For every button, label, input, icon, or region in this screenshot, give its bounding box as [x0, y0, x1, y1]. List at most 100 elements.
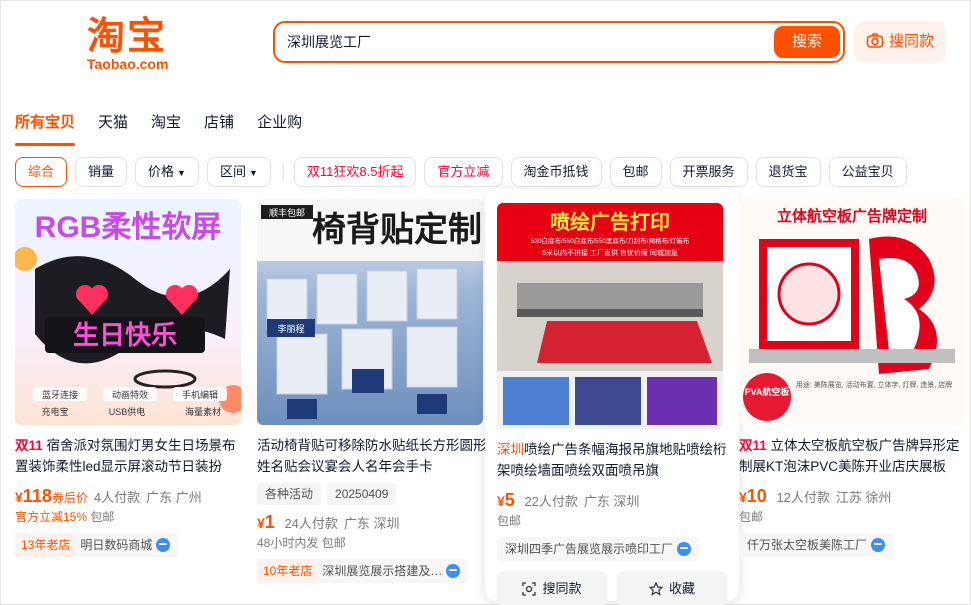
image-screen-text: 生日快乐	[73, 320, 177, 350]
product-card-hovered[interactable]: 喷绘广告打印 520白底布/550白底布/550黑底布/刀刮布/网格布/灯箱布 …	[485, 189, 739, 605]
shop-name: 深圳展览展示搭建及…	[322, 564, 443, 578]
product-price: 5	[504, 490, 515, 510]
find-similar-button[interactable]: 搜同款	[497, 571, 607, 605]
shop-age-badge: 13年老店	[15, 533, 77, 557]
tab-tmall[interactable]: 天猫	[98, 113, 128, 137]
image-headline: RGB柔性软屏	[35, 211, 222, 244]
badge-powerbank: 充电宝	[41, 406, 68, 417]
product-notes: 包邮	[739, 507, 971, 527]
product-image-art: 喷绘广告打印 520白底布/550白底布/550黑底布/刀刮布/网格布/灯箱布 …	[497, 203, 723, 429]
product-title-text: 喷绘广告条幅海报吊旗地贴喷绘桁架喷绘墙面喷绘双面喷吊旗	[497, 442, 727, 478]
product-image[interactable]: 喷绘广告打印 520白底布/550白底布/550黑底布/刀刮布/网格布/灯箱布 …	[497, 203, 723, 429]
image-caption: 用途: 美陈展览, 活动布置, 立体字, 灯牌, 造景, 店牌	[796, 380, 952, 389]
free-shipping-note: 包邮	[739, 510, 764, 524]
image-search-label: 搜同款	[888, 33, 934, 50]
currency-symbol: ¥	[15, 489, 23, 505]
chat-icon[interactable]	[156, 538, 171, 552]
image-headline: 椅背贴定制	[312, 211, 482, 249]
shop-link[interactable]: 仟万张太空板美陈工厂	[739, 533, 894, 557]
image-corner-badge: 顺丰包邮	[269, 207, 305, 218]
category-tabs: 所有宝贝 天猫 淘宝 店铺 企业购	[15, 113, 325, 146]
logo-text: 淘宝	[87, 16, 168, 58]
filter-return-insurance[interactable]: 退货宝	[755, 157, 821, 187]
product-image[interactable]: 立体航空板广告牌定制 PVA航空板 用途: 美陈展览, 活动布置, 立体字, 灯…	[739, 199, 965, 425]
chat-icon[interactable]	[677, 542, 692, 556]
sort-default[interactable]: 综合	[15, 157, 68, 187]
shop-link[interactable]: 10年老店 深圳展览展示搭建及…	[257, 559, 469, 583]
sort-sales[interactable]: 销量	[75, 157, 128, 187]
sort-price-label: 价格	[148, 164, 175, 179]
currency-symbol: ¥	[739, 489, 747, 505]
chat-icon[interactable]	[871, 538, 886, 552]
image-headline: 立体航空板广告牌定制	[777, 207, 927, 225]
product-notes: 官方立减15% 包邮	[15, 507, 247, 527]
ship-location: 广东 广州	[146, 490, 202, 505]
taobao-logo[interactable]: 淘宝 Taobao.com	[87, 17, 193, 71]
tag-date: 20250409	[327, 483, 397, 505]
chat-icon[interactable]	[446, 564, 461, 578]
badge-app-edit: 手机编辑	[182, 389, 218, 400]
chevron-down-icon: ▼	[177, 168, 186, 178]
filter-invoice[interactable]: 开票服务	[669, 157, 748, 187]
shop-name: 深圳四季广告展览展示喷印工厂	[505, 542, 674, 556]
tab-shops[interactable]: 店铺	[204, 113, 234, 137]
price-row: ¥10 12人付款 江苏 徐州	[739, 485, 971, 507]
product-title[interactable]: 双11 宿舍派对氛围灯男女生日场景布置装饰柔性led显示屏滚动节日装扮	[15, 435, 247, 477]
filter-double11[interactable]: 双11狂欢8.5折起	[293, 157, 417, 187]
product-image[interactable]: RGB柔性软屏 生日快乐 蓝牙连接 动画特效 手机编辑 充电宝 USB供电 海量…	[15, 199, 241, 425]
price-row: ¥5 22人付款 广东 深圳	[485, 489, 739, 511]
product-title[interactable]: 活动椅背贴可移除防水贴纸长方形圆形姓名贴会议宴会人名年会手卡	[257, 435, 489, 477]
shop-link[interactable]: 13年老店 明日数码商城	[15, 533, 179, 557]
find-similar-label: 搜同款	[542, 581, 582, 596]
filter-bar: 综合 销量 价格 ▼ 区间 ▼ 双11狂欢8.5折起 官方立减 淘金币抵钱 包邮 开…	[15, 156, 915, 188]
currency-symbol: ¥	[257, 515, 265, 531]
logo-domain: Taobao.com	[87, 56, 169, 72]
product-title[interactable]: 深圳喷绘广告条幅海报吊旗地贴喷绘桁架喷绘墙面喷绘双面喷吊旗	[485, 439, 739, 481]
free-shipping-note: 包邮	[497, 514, 522, 528]
search-input[interactable]	[287, 32, 767, 52]
badge-assets: 海量素材	[185, 406, 221, 417]
product-image-art: RGB柔性软屏 生日快乐 蓝牙连接 动画特效 手机编辑 充电宝 USB供电 海量…	[15, 211, 241, 417]
star-icon	[648, 581, 664, 596]
image-name-card: 李丽程	[277, 323, 304, 334]
product-title-text: 宿舍派对氛围灯男女生日场景布置装饰柔性led显示屏滚动节日装扮	[15, 438, 236, 474]
badge-bluetooth: 蓝牙连接	[42, 389, 78, 400]
price-row: ¥1 24人付款 广东 深圳	[257, 511, 489, 533]
shop-link[interactable]: 深圳四季广告展览展示喷印工厂	[497, 537, 700, 561]
product-card[interactable]: RGB柔性软屏 生日快乐 蓝牙连接 动画特效 手机编辑 充电宝 USB供电 海量…	[15, 199, 247, 557]
price-range[interactable]: 区间 ▼	[206, 157, 271, 187]
chevron-down-icon: ▼	[248, 168, 258, 178]
filter-taojinbi[interactable]: 淘金币抵钱	[510, 157, 602, 187]
filter-charity[interactable]: 公益宝贝	[828, 157, 907, 187]
tab-enterprise[interactable]: 企业购	[257, 113, 302, 137]
ship-location: 江苏 徐州	[835, 490, 892, 505]
page: 淘宝 Taobao.com 搜索 搜同款 所有宝贝 天猫 淘宝 店铺 企业购 综…	[0, 0, 971, 605]
hover-actions: 搜同款 收藏	[497, 571, 727, 605]
double11-tag: 双11	[739, 438, 767, 453]
double11-tag: 双11	[15, 438, 43, 453]
product-notes: 包邮	[485, 511, 739, 531]
price-row: ¥118券后价 4人付款 广东 广州	[15, 485, 247, 507]
badge-usb: USB供电	[109, 406, 146, 417]
product-image-art: 立体航空板广告牌定制 PVA航空板 用途: 美陈展览, 活动布置, 立体字, 灯…	[739, 199, 965, 425]
product-image[interactable]: 顺丰包邮 椅背贴定制 李丽程	[257, 199, 483, 425]
product-price: 1	[264, 512, 275, 532]
favorite-button[interactable]: 收藏	[617, 571, 727, 605]
image-subline-1: 520白底布/550白底布/550黑底布/刀刮布/网格布/灯箱布	[531, 236, 690, 245]
tag-event: 各种活动	[257, 483, 322, 505]
product-title[interactable]: 双11 立体太空板航空板广告牌异形定制展KT泡沫PVC美陈开业店庆展板	[739, 435, 971, 477]
product-card[interactable]: 顺丰包邮 椅背贴定制 李丽程 活动椅背贴可移除防水贴纸长方形圆形姓名贴会议宴会人…	[257, 199, 489, 583]
sold-count: 4人付款	[93, 490, 141, 505]
product-tags: 各种活动 20250409	[257, 481, 489, 505]
filter-official-discount[interactable]: 官方立减	[424, 157, 503, 187]
official-discount-note: 官方立减15%	[15, 510, 88, 524]
tab-taobao[interactable]: 淘宝	[151, 113, 181, 137]
tab-all-items[interactable]: 所有宝贝	[15, 113, 76, 146]
search-button[interactable]: 搜索	[774, 26, 840, 58]
product-card[interactable]: 立体航空板广告牌定制 PVA航空板 用途: 美陈展览, 活动布置, 立体字, 灯…	[739, 199, 971, 557]
ship-location: 广东 深圳	[343, 516, 400, 531]
free-shipping-note: 包邮	[321, 536, 346, 550]
image-search-button[interactable]: 搜同款	[854, 21, 946, 63]
sort-price[interactable]: 价格 ▼	[135, 157, 199, 187]
filter-free-shipping[interactable]: 包邮	[609, 157, 662, 187]
